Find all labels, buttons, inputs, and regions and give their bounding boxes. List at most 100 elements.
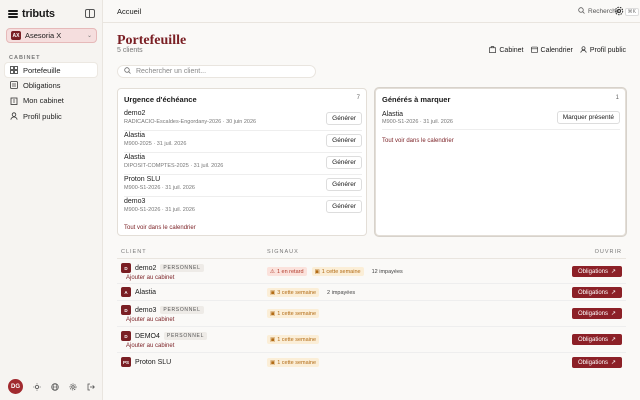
urgency-client: demo2 [124,110,146,117]
generated-client: Alastia [382,111,404,118]
calendar-icon: ▣ [270,310,276,317]
client-badge: D [121,331,131,341]
urgency-detail: M900-2025 · 31 juil. 2026 [124,141,187,147]
sidebar-item-mon-cabinet[interactable]: Mon cabinet [5,94,97,108]
client-name[interactable]: Proton SLU [135,359,171,366]
global-search-button[interactable]: Rechercher ⌘K [578,6,639,17]
building-icon [10,97,18,105]
obligations-button[interactable]: Obligations ↗ [572,334,622,345]
urgency-card: Urgence d'échéance 7 demo2 RADICACIO-Esc… [117,88,367,236]
table-row[interactable]: D DEMO4 PERSONNEL Ajouter au cabinet ▣ 1 … [117,327,626,353]
personal-tag: PERSONNEL [160,306,204,314]
obligations-button-label: Obligations [577,268,608,275]
external-link-icon: ↗ [611,337,617,343]
external-link-icon: ↗ [611,269,617,275]
add-to-cabinet-link[interactable]: Ajouter au cabinet [126,275,174,281]
logo-icon [8,10,18,18]
user-icon [580,46,587,55]
obligations-button-label: Obligations [577,310,608,317]
urgency-client: Proton SLU [124,176,161,183]
week-signal-label: 3 cette semaine [277,289,317,296]
urgency-client: Alastia [124,132,146,139]
sidebar-item-profil-public[interactable]: Profil public [5,109,97,123]
calendar-link[interactable]: Calendrier [530,46,573,55]
calendar-link-label: Calendrier [540,47,573,54]
sidebar: tributs AX Asesoria X ⌄ CABINET Portefeu… [0,0,103,400]
table-row[interactable]: A Alastia ▣ 3 cette semaine 2 impayées Ob… [117,284,626,301]
client-name[interactable]: DEMO4 [135,333,160,340]
obligations-button[interactable]: Obligations ↗ [572,287,622,298]
obligations-button[interactable]: Obligations ↗ [572,357,622,368]
generate-button[interactable]: Générer [326,112,362,125]
generate-button[interactable]: Générer [326,134,362,147]
unpaid-signal: 12 impayées [371,268,403,275]
client-badge: A [121,287,131,297]
table-header: CLIENT SIGNAUX OUVRIR [117,247,626,259]
org-switcher[interactable]: AX Asesoria X ⌄ [6,28,97,43]
signals-cell: ▣ 1 cette semaine [267,335,320,344]
client-search[interactable]: Rechercher un client... [117,65,316,78]
globe-icon[interactable] [50,382,59,391]
obligations-button[interactable]: Obligations ↗ [572,308,622,319]
add-to-cabinet-link[interactable]: Ajouter au cabinet [126,317,174,323]
user-icon [10,112,18,120]
brand[interactable]: tributs [8,8,55,20]
client-cell: D demo2 PERSONNEL [121,263,204,273]
table-row[interactable]: PS Proton SLU ▣ 1 cette semaine Obligatio… [117,353,626,372]
urgency-row: Proton SLU M900-S1-2026 · 31 juil. 2026 … [124,175,362,197]
table-row[interactable]: D demo2 PERSONNEL Ajouter au cabinet ⚠ 1 … [117,259,626,284]
table-row[interactable]: D demo3 PERSONNEL Ajouter au cabinet ▣ 1 … [117,301,626,327]
sidebar-nav: Portefeuille Obligations Mon cabinet Pro… [5,63,97,125]
generated-title: Générés à marquer [382,95,451,104]
urgency-row: Alastia M900-2025 · 31 juil. 2026 Génére… [124,131,362,153]
sidebar-item-portefeuille[interactable]: Portefeuille [5,63,97,77]
sidebar-footer: DG [8,379,95,394]
calendar-icon: ▣ [270,359,276,366]
signals-cell: ▣ 1 cette semaine [267,309,320,318]
urgency-row: demo2 RADICACIO-Escaldes-Engordany-2026 … [124,109,362,131]
logout-icon[interactable] [86,382,95,391]
generate-button[interactable]: Générer [326,156,362,169]
search-icon [124,67,131,76]
sidebar-toggle-icon[interactable] [85,9,95,18]
chevron-down-icon: ⌄ [86,33,92,39]
sidebar-item-label: Profil public [23,111,62,121]
column-client: CLIENT [121,249,147,255]
week-signal: ▣ 1 cette semaine [267,358,320,367]
sidebar-item-label: Portefeuille [23,65,61,75]
client-name[interactable]: Alastia [135,289,156,296]
urgency-client: Alastia [124,154,146,161]
urgency-detail: M900-S1-2026 · 31 juil. 2026 [124,185,195,191]
sidebar-item-obligations[interactable]: Obligations [5,78,97,92]
urgency-row: demo3 M900-S1-2026 · 31 juil. 2026 Génér… [124,197,362,219]
grid-icon [10,66,18,74]
breadcrumb[interactable]: Accueil [117,7,141,16]
calendar-icon: ▣ [270,336,276,343]
generate-button[interactable]: Générer [326,200,362,213]
sidebar-section-label: CABINET [9,55,41,61]
urgency-count: 7 [356,95,360,101]
obligations-button[interactable]: Obligations ↗ [572,266,622,277]
calendar-icon [530,46,538,55]
mark-presented-button[interactable]: Marquer présenté [556,111,620,124]
generate-button[interactable]: Générer [326,178,362,191]
add-to-cabinet-link[interactable]: Ajouter au cabinet [126,343,174,349]
column-open: OUVRIR [594,249,622,255]
urgency-calendar-link[interactable]: Tout voir dans le calendrier [124,225,196,231]
sun-icon[interactable] [32,382,41,391]
generated-calendar-link[interactable]: Tout voir dans le calendrier [382,138,454,144]
avatar[interactable]: DG [8,379,23,394]
external-link-icon: ↗ [611,360,617,366]
generated-count: 1 [615,95,619,101]
calendar-icon: ▣ [314,268,320,275]
external-link-icon: ↗ [611,290,617,296]
brand-name: tributs [22,8,55,20]
settings-icon[interactable] [614,6,624,16]
client-name[interactable]: demo2 [135,265,156,272]
client-name[interactable]: demo3 [135,307,156,314]
gear-icon[interactable] [68,382,77,391]
signals-cell: ⚠ 1 en retard ▣ 1 cette semaine 12 impayée… [267,267,406,276]
public-profile-link[interactable]: Profil public [580,46,626,55]
personal-tag: PERSONNEL [163,332,208,340]
cabinet-link[interactable]: Cabinet [489,46,524,55]
